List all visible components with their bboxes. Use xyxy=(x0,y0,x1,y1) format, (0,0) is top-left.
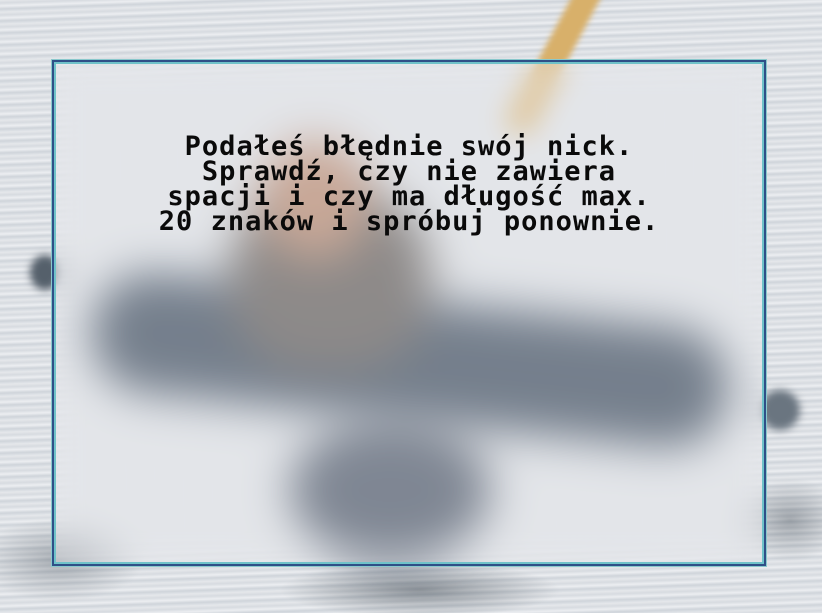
error-message-line: 20 znaków i spróbuj ponownie. xyxy=(158,206,660,237)
error-dialog-panel: Podałeś błędnie swój nick. Sprawdź, czy … xyxy=(52,60,766,566)
background-water-ripple xyxy=(760,390,800,430)
error-message: Podałeś błędnie swój nick. Sprawdź, czy … xyxy=(54,133,764,237)
